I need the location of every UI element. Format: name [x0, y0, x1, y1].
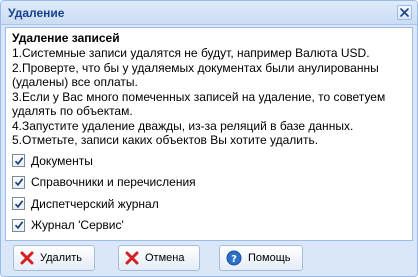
dispatch-log-checkbox[interactable]: [12, 197, 25, 211]
service-log-checkbox[interactable]: [12, 218, 25, 232]
dialog-footer: Удалить Отмена ? Помощь: [1, 242, 417, 276]
red-x-icon: [20, 251, 34, 265]
help-button[interactable]: ? Помощь: [219, 245, 303, 271]
documents-label: Документы: [31, 153, 93, 168]
option-catalogs: Справочники и перечисления: [12, 172, 196, 194]
cancel-button-label: Отмена: [145, 252, 185, 264]
dialog-body: Удаление записей 1.Системные записи удал…: [5, 27, 413, 241]
dialog-title: Удаление: [8, 6, 65, 20]
option-dispatch-log: Диспетчерский журнал: [12, 193, 196, 215]
checkmark-icon: [14, 200, 23, 208]
help-icon: ?: [226, 250, 242, 266]
object-options: Документы Справочники и перечисления Дис…: [12, 150, 196, 236]
help-button-label: Помощь: [248, 252, 291, 264]
checkmark-icon: [14, 157, 23, 165]
option-service-log: Журнал 'Сервис': [12, 215, 196, 237]
cancel-button[interactable]: Отмена: [118, 245, 200, 271]
instruction-line: (удалены) все оплаты.: [12, 75, 138, 89]
instruction-line: удалять по объектам.: [12, 104, 133, 118]
checkmark-icon: [14, 178, 23, 187]
dispatch-log-label: Диспетчерский журнал: [31, 196, 159, 211]
red-x-icon: [125, 251, 139, 265]
catalogs-checkbox[interactable]: [12, 175, 25, 189]
instruction-line: 2.Проверте, что бы у удаляемых документа…: [12, 60, 379, 75]
delete-dialog: Удаление Удаление записей 1.Системные за…: [0, 0, 418, 277]
delete-button[interactable]: Удалить: [13, 245, 95, 271]
delete-button-label: Удалить: [40, 252, 82, 264]
documents-checkbox[interactable]: [12, 154, 25, 168]
checkmark-icon: [14, 221, 23, 230]
instruction-line: 3.Если у Вас много помеченных записей на…: [12, 89, 386, 104]
instructions: 1.Системные записи удалятся не будут, на…: [12, 46, 410, 148]
instruction-line: 4.Запустите удаление дважды, из-за реляц…: [12, 118, 354, 133]
service-log-label: Журнал 'Сервис': [31, 218, 124, 233]
svg-text:?: ?: [231, 254, 237, 265]
instruction-line: 5.Отметьте, записи каких объектов Вы хот…: [12, 133, 319, 147]
dialog-heading: Удаление записей: [12, 31, 120, 45]
close-icon: [400, 8, 409, 17]
instruction-line: 1.Системные записи удалятся не будут, на…: [12, 46, 370, 60]
catalogs-label: Справочники и перечисления: [31, 175, 196, 190]
dialog-titlebar[interactable]: Удаление: [1, 1, 417, 25]
close-button[interactable]: [397, 5, 412, 20]
option-documents: Документы: [12, 150, 196, 172]
